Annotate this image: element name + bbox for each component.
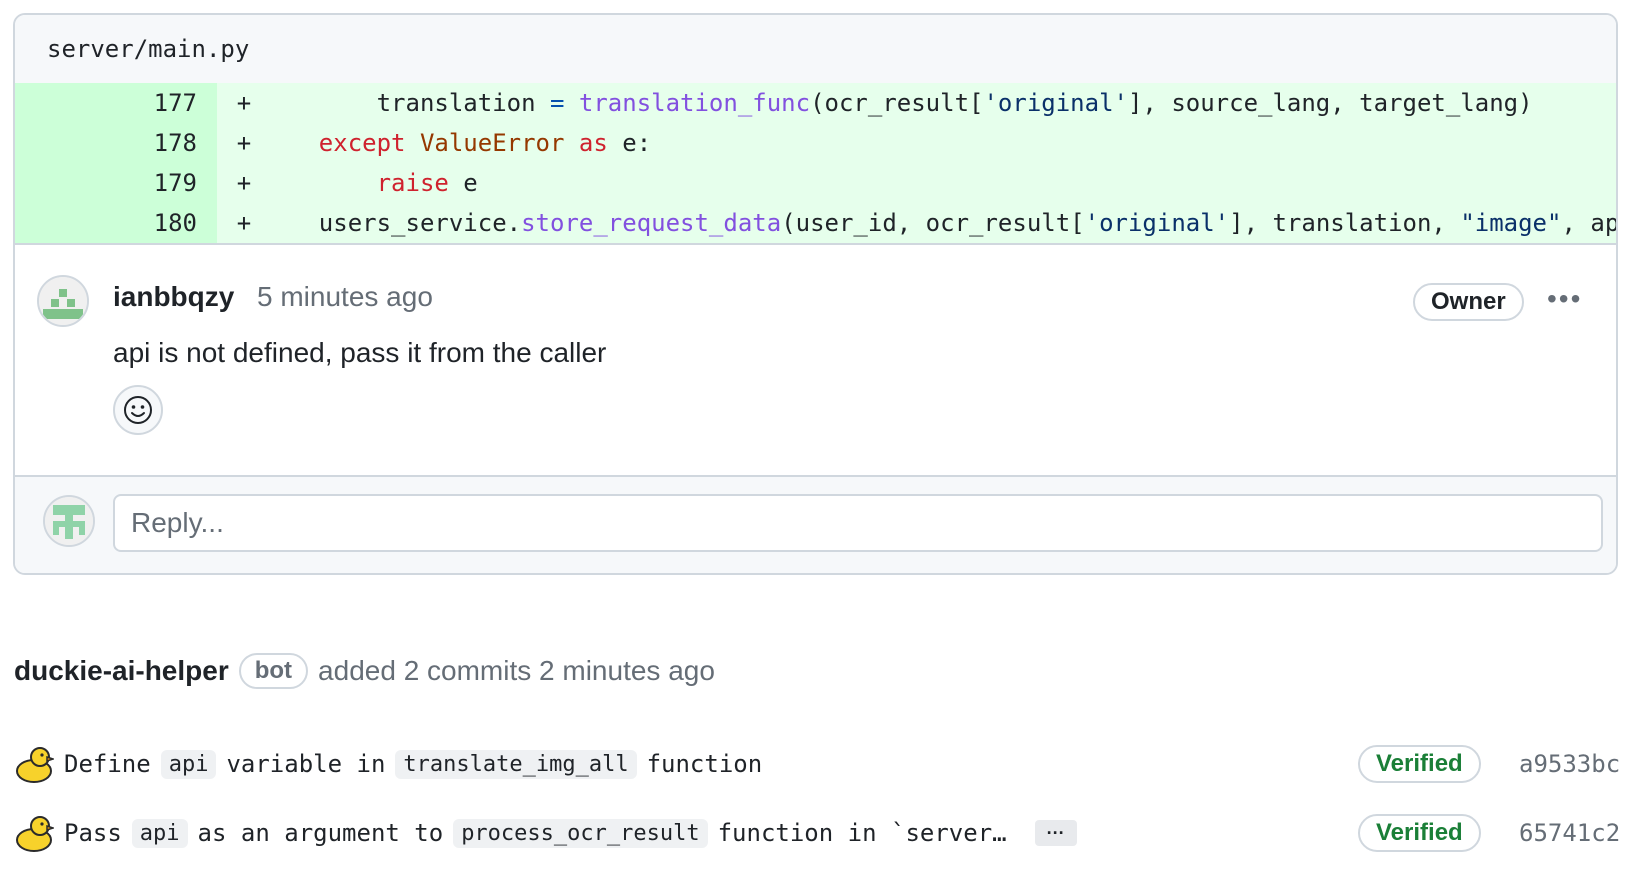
- line-number[interactable]: 179: [15, 163, 217, 203]
- comment-author[interactable]: ianbbqzy: [113, 281, 234, 313]
- bot-badge: bot: [238, 653, 309, 689]
- duck-avatar-icon[interactable]: [14, 813, 54, 853]
- commit-message[interactable]: Pass api as an argument to process_ocr_resu…: [64, 818, 1007, 848]
- identicon-icon: [45, 497, 93, 545]
- comment-time[interactable]: 5 minutes ago: [257, 281, 433, 313]
- code-text: users_service.store_request_data(user_id…: [261, 209, 1616, 237]
- diff-marker: +: [236, 129, 252, 157]
- commit-event: duckie-ai-helper bot added 2 commits 2 m…: [14, 653, 715, 689]
- code-chip: translate_img_all: [395, 749, 637, 779]
- review-comment: ianbbqzy 5 minutes ago Owner ••• api is …: [15, 243, 1616, 477]
- file-path[interactable]: server/main.py: [47, 35, 249, 63]
- code-chip: api: [160, 749, 217, 779]
- code-chip: process_ocr_result: [453, 818, 708, 848]
- commit-message[interactable]: Define api variable in translate_img_all fun…: [64, 749, 762, 779]
- commit-row: Pass api as an argument to process_ocr_resu…: [14, 811, 1624, 855]
- line-number[interactable]: 177: [15, 83, 217, 123]
- diff-line: 180 + users_service.store_request_data(u…: [15, 203, 1616, 243]
- diff-marker: +: [236, 169, 252, 197]
- code-text: except ValueError as e:: [318, 129, 652, 157]
- line-number[interactable]: 180: [15, 203, 217, 243]
- commit-sha[interactable]: a9533bc: [1519, 750, 1620, 778]
- comment-body: api is not defined, pass it from the cal…: [113, 337, 607, 368]
- add-reaction-button[interactable]: [113, 385, 163, 435]
- file-header: server/main.py: [15, 15, 1616, 83]
- code-text: raise e: [376, 169, 478, 197]
- commit-row: Define api variable in translate_img_all fun…: [14, 742, 1624, 786]
- review-thread: server/main.py 177 + translation = trans…: [13, 13, 1618, 575]
- smiley-icon: [124, 396, 152, 424]
- more-options-icon[interactable]: •••: [1547, 283, 1582, 315]
- current-user-avatar: [43, 495, 95, 547]
- code-chip: api: [131, 818, 188, 848]
- reply-row: Reply...: [15, 475, 1616, 573]
- verified-badge[interactable]: Verified: [1358, 745, 1481, 783]
- line-number[interactable]: 178: [15, 123, 217, 163]
- diff-marker: +: [236, 89, 252, 117]
- code-text: translation = translation_func(ocr_resul…: [261, 89, 1533, 117]
- reply-input[interactable]: Reply...: [113, 494, 1603, 552]
- event-actor[interactable]: duckie-ai-helper: [14, 655, 229, 687]
- duck-avatar-icon[interactable]: [14, 744, 54, 784]
- verified-badge[interactable]: Verified: [1358, 814, 1481, 852]
- diff-marker: +: [236, 209, 252, 237]
- expand-message-button[interactable]: ···: [1034, 820, 1077, 846]
- commit-sha[interactable]: 65741c2: [1519, 819, 1620, 847]
- identicon-icon: [39, 277, 87, 325]
- owner-badge: Owner: [1413, 283, 1524, 321]
- event-text: added 2 commits 2 minutes ago: [318, 655, 715, 686]
- diff-line: 179 + raise e: [15, 163, 1616, 203]
- diff-line: 177 + translation = translation_func(ocr…: [15, 83, 1616, 123]
- diff-hunk: 177 + translation = translation_func(ocr…: [15, 83, 1616, 243]
- avatar[interactable]: [37, 275, 89, 327]
- diff-line: 178 + except ValueError as e:: [15, 123, 1616, 163]
